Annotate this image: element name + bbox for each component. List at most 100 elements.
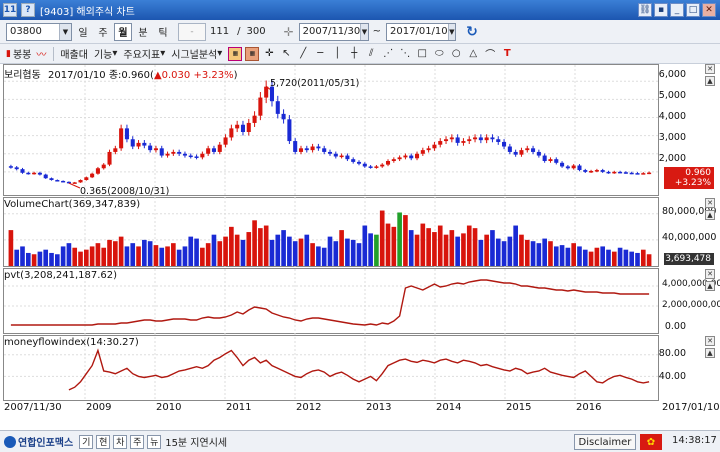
volume-bar [95,243,101,266]
volume-bar [275,234,281,266]
start-date-picker[interactable]: 2007/11/30 ▼ [298,22,369,41]
pin-icon[interactable]: ▪ [654,3,668,17]
status-btn-news[interactable]: 뉴 [147,434,162,449]
chart-area[interactable]: 보리협동 2017/01/10 종:0.960(▲0.030 +3.23%) 5… [0,64,720,418]
candle-body [641,173,646,175]
maximize-icon[interactable]: □ [686,3,700,17]
panel-close-icon[interactable]: ✕ [705,64,715,74]
price-ytick: 3,000 [658,132,686,143]
volume-bar [14,249,20,266]
panel-close-icon[interactable]: ✕ [705,269,715,279]
period-minute[interactable]: 분 [134,23,152,41]
triangle-icon[interactable]: △ [466,47,480,61]
panel-scroll-up-icon[interactable]: ▲ [705,210,715,220]
hline-icon[interactable]: ─ [313,47,327,61]
logo-text: 연합인포맥스 [18,438,74,449]
minimize-icon[interactable]: _ [670,3,684,17]
help-icon[interactable]: ? [21,3,35,17]
volume-bar [43,249,49,266]
volume-profile-menu[interactable]: 매출대 [60,46,88,61]
chevron-down-icon[interactable]: ▼ [447,23,456,40]
volume-bar [362,225,368,266]
candle-body [113,148,118,152]
volume-bar [385,223,391,266]
parallel-icon[interactable]: ⫽ [364,47,378,61]
volume-bar [223,236,228,266]
candle-body [502,141,507,147]
volume-bar [159,247,165,266]
ellipse-icon[interactable]: ⬭ [432,47,446,61]
panel-scroll-up-icon[interactable]: ▲ [705,348,715,358]
candle-body [287,119,292,142]
status-btn-chart[interactable]: 차 [113,434,128,449]
line-chart-icon[interactable]: 〰 [34,47,48,61]
signal-analysis-menu[interactable]: 시그널분석 ▾ [171,46,222,61]
link-icon[interactable]: ⛓ [638,3,652,17]
volume-bar [25,252,31,266]
fibo-icon[interactable]: ⋱ [398,47,412,61]
candle-body [397,157,402,160]
refresh-icon[interactable]: ↻ [464,24,480,40]
export-icon[interactable]: ▦ [245,46,260,61]
current-price-badge: 0.960 +3.23% [664,167,714,189]
price-ytick: 5,000 [658,90,686,101]
indicators-menu[interactable]: 주요지표 ▾ [123,46,165,61]
volume-bar [78,251,83,266]
stock-code-select[interactable]: 03800 ▼ [6,22,72,41]
vline-icon[interactable]: │ [330,47,344,61]
volume-bar [269,239,275,266]
interval-input[interactable]: - [178,22,206,41]
cross-line-icon[interactable]: ┼ [347,47,361,61]
candle-body [275,101,280,114]
status-btn-basic[interactable]: 기 [79,434,94,449]
chart-canvas[interactable] [0,64,720,418]
chevron-down-icon[interactable]: ▼ [59,23,71,40]
status-btn-current[interactable]: 현 [96,434,111,449]
panel-scroll-up-icon[interactable]: ▲ [705,76,715,86]
cycle-icon[interactable]: ⌒ [483,47,497,61]
trendline-icon[interactable]: ╱ [296,47,310,61]
end-date-picker[interactable]: 2017/01/10 ▼ [386,22,457,41]
volume-bar [594,247,600,266]
close-icon[interactable]: ✕ [702,3,716,17]
cursor-icon[interactable]: ↖ [279,47,293,61]
panel-close-icon[interactable]: ✕ [705,198,715,208]
candle-body [206,148,211,154]
period-day[interactable]: 일 [74,23,92,41]
add-icon[interactable]: ✛ [284,25,294,39]
period-tick[interactable]: 틱 [154,23,172,41]
text-tool-icon[interactable]: T [500,47,514,61]
volume-bar [368,233,373,266]
clock-time: 14:38:17 [672,435,717,446]
low-annotation-text: 0.365(2008/10/31) [80,186,170,197]
volume-bar [298,238,304,266]
candle-body [293,141,298,152]
chevron-down-icon[interactable]: ▼ [360,23,368,40]
period-month[interactable]: 월 [114,22,132,41]
candle-body [298,148,304,152]
candle-body [119,128,124,149]
mfi-line [68,348,650,391]
candle-body [327,151,333,154]
candle-body [385,161,391,165]
function-menu[interactable]: 기능 ▾ [94,46,117,61]
fan-icon[interactable]: ⋰ [381,47,395,61]
volume-bar [188,236,194,266]
circle-icon[interactable]: ○ [449,47,463,61]
count-input[interactable]: 111 [210,26,229,37]
panel-scroll-up-icon[interactable]: ▲ [705,281,715,291]
drawing-toolbar: ▮ 봉봉 〰 매출대 기능 ▾ 주요지표 ▾ 시그널분석 ▾ ▦ ▦ ✛ ↖ ╱ ─ … [0,44,720,64]
volume-bar [142,239,147,266]
period-week[interactable]: 주 [94,23,112,41]
status-btn-order[interactable]: 주 [130,434,145,449]
volume-bar [263,225,269,266]
save-icon[interactable]: ▦ [228,46,243,61]
panel-close-icon[interactable]: ✕ [705,336,715,346]
crosshair-icon[interactable]: ✛ [262,47,276,61]
rectangle-icon[interactable]: □ [415,47,429,61]
candle-type-menu[interactable]: ▮ 봉봉 [6,46,31,62]
price-ytick: 6,000 [658,69,686,80]
disclaimer-button[interactable]: Disclaimer [574,434,636,450]
candle-body [542,155,547,161]
volume-bar [217,241,223,266]
